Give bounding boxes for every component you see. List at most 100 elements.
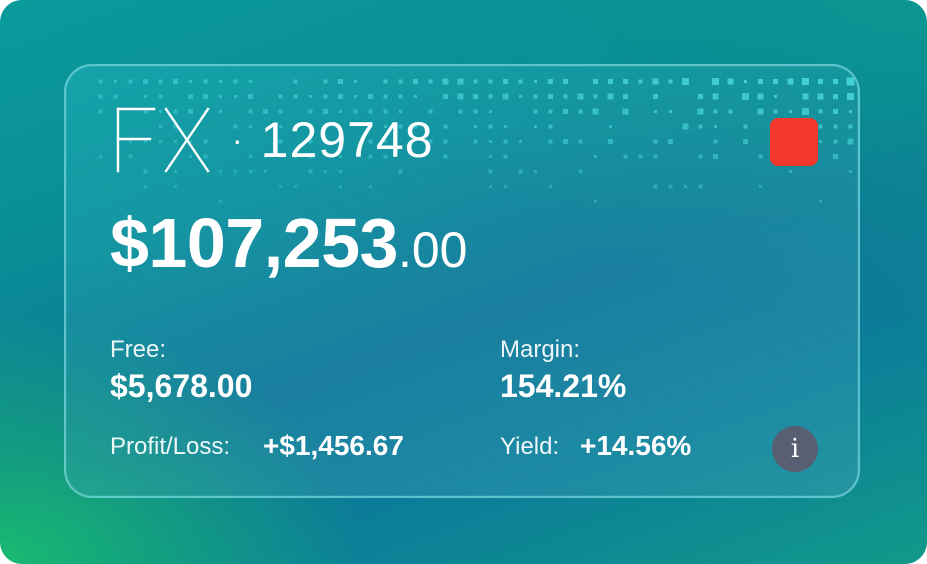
pixel-dot [234, 95, 237, 98]
pixel-dot [669, 110, 672, 113]
pixel-dot [789, 170, 792, 173]
pixel-dot [519, 140, 522, 143]
pixel-dot [818, 109, 823, 114]
pixel-dot [144, 185, 147, 188]
pixel-dot [502, 93, 509, 100]
pixel-dot [847, 93, 854, 100]
pixel-dot [712, 93, 719, 100]
pixel-dot [354, 80, 357, 83]
pixel-dot [743, 139, 748, 144]
pixel-dot [518, 79, 523, 84]
brand-logo [116, 107, 210, 173]
free-label: Free: [110, 336, 167, 363]
pixel-dot [802, 93, 809, 100]
pixel-dot [653, 154, 658, 159]
pixel-dot [548, 124, 553, 129]
pixel-dot [488, 94, 493, 99]
pixel-dot [653, 184, 658, 189]
pixel-dot [219, 200, 222, 203]
pixel-dot [713, 109, 718, 114]
pixel-dot [714, 125, 717, 128]
pixel-dot [503, 139, 508, 144]
pixel-dot [173, 79, 178, 84]
pixel-dot [578, 109, 583, 114]
pixel-dot [368, 94, 373, 99]
status-indicator [770, 118, 818, 166]
pixel-dot [833, 94, 838, 99]
pixel-dot [847, 138, 854, 145]
pixel-dot [489, 155, 492, 158]
card-header: · 129748 [114, 100, 434, 180]
pixel-dot [323, 79, 328, 84]
pixel-dot [593, 94, 598, 99]
pixel-dot [713, 139, 718, 144]
pixel-dot [442, 78, 449, 85]
pixel-dot [203, 94, 208, 99]
pixel-dot [99, 155, 102, 158]
pixel-dot [294, 185, 297, 188]
pixel-dot [819, 200, 822, 203]
info-button[interactable]: i [772, 426, 818, 472]
pixel-dot [98, 79, 103, 84]
pixel-dot [383, 94, 388, 99]
pixel-dot [548, 94, 553, 99]
pixel-dot [457, 93, 464, 100]
pixel-dot [833, 109, 838, 114]
pixel-dot [654, 110, 657, 113]
pixel-dot [607, 93, 614, 100]
balance-main: $107,253 [110, 204, 398, 282]
pixel-dot [203, 79, 208, 84]
pixel-dot [757, 108, 764, 115]
pixel-dot [594, 155, 597, 158]
pixel-dot [713, 154, 718, 159]
pixel-dot [293, 79, 298, 84]
pixel-dot [594, 200, 597, 203]
pixel-dot [457, 78, 464, 85]
pixel-dot [174, 185, 177, 188]
pixel-dot [503, 154, 508, 159]
pixel-dot [668, 139, 673, 144]
account-card[interactable]: · 129748 $107,253.00 Free: $5,678.00 Mar… [64, 64, 860, 498]
pixel-dot [744, 80, 747, 83]
pixel-dot [787, 78, 794, 85]
pixel-dot [623, 79, 628, 84]
pixel-dot [219, 95, 222, 98]
pixel-dot [563, 139, 568, 144]
pixel-dot [758, 154, 763, 159]
pixel-dot [578, 139, 583, 144]
pixel-dot [682, 78, 689, 85]
pixel-dot [128, 79, 133, 84]
pixel-dot [474, 125, 477, 128]
pixel-dot [849, 110, 852, 113]
pixel-dot [549, 185, 552, 188]
pixel-dot [518, 169, 523, 174]
pixel-dot [652, 78, 659, 85]
pixel-dot [563, 109, 568, 114]
pixel-dot [802, 78, 809, 85]
pixel-dot [534, 125, 537, 128]
pixel-dot [698, 94, 703, 99]
profit-loss-label: Profit/Loss: [110, 433, 231, 460]
pixel-dot [548, 109, 553, 114]
pixel-dot [563, 94, 568, 99]
background-frame: · 129748 $107,253.00 Free: $5,678.00 Mar… [0, 0, 927, 564]
pixel-dot [158, 94, 163, 99]
pixel-dot [848, 124, 853, 129]
pixel-dot [819, 140, 822, 143]
pixel-dot [698, 184, 703, 189]
pixel-dot [383, 79, 388, 84]
pixel-dot [757, 93, 764, 100]
pixel-dot [248, 94, 253, 99]
pixel-dot [833, 79, 838, 84]
pixel-dot [188, 94, 193, 99]
pixel-dot [473, 94, 478, 99]
balance-cents: .00 [397, 222, 468, 278]
balance-amount: $107,253.00 [110, 208, 467, 278]
pixel-dot [698, 124, 703, 129]
profit-loss-value: +$1,456.67 [263, 430, 404, 461]
pixel-dot [279, 185, 282, 188]
pixel-dot [609, 125, 612, 128]
pixel-dot [473, 139, 478, 144]
pixel-dot [817, 93, 824, 100]
pixel-dot [338, 79, 343, 84]
